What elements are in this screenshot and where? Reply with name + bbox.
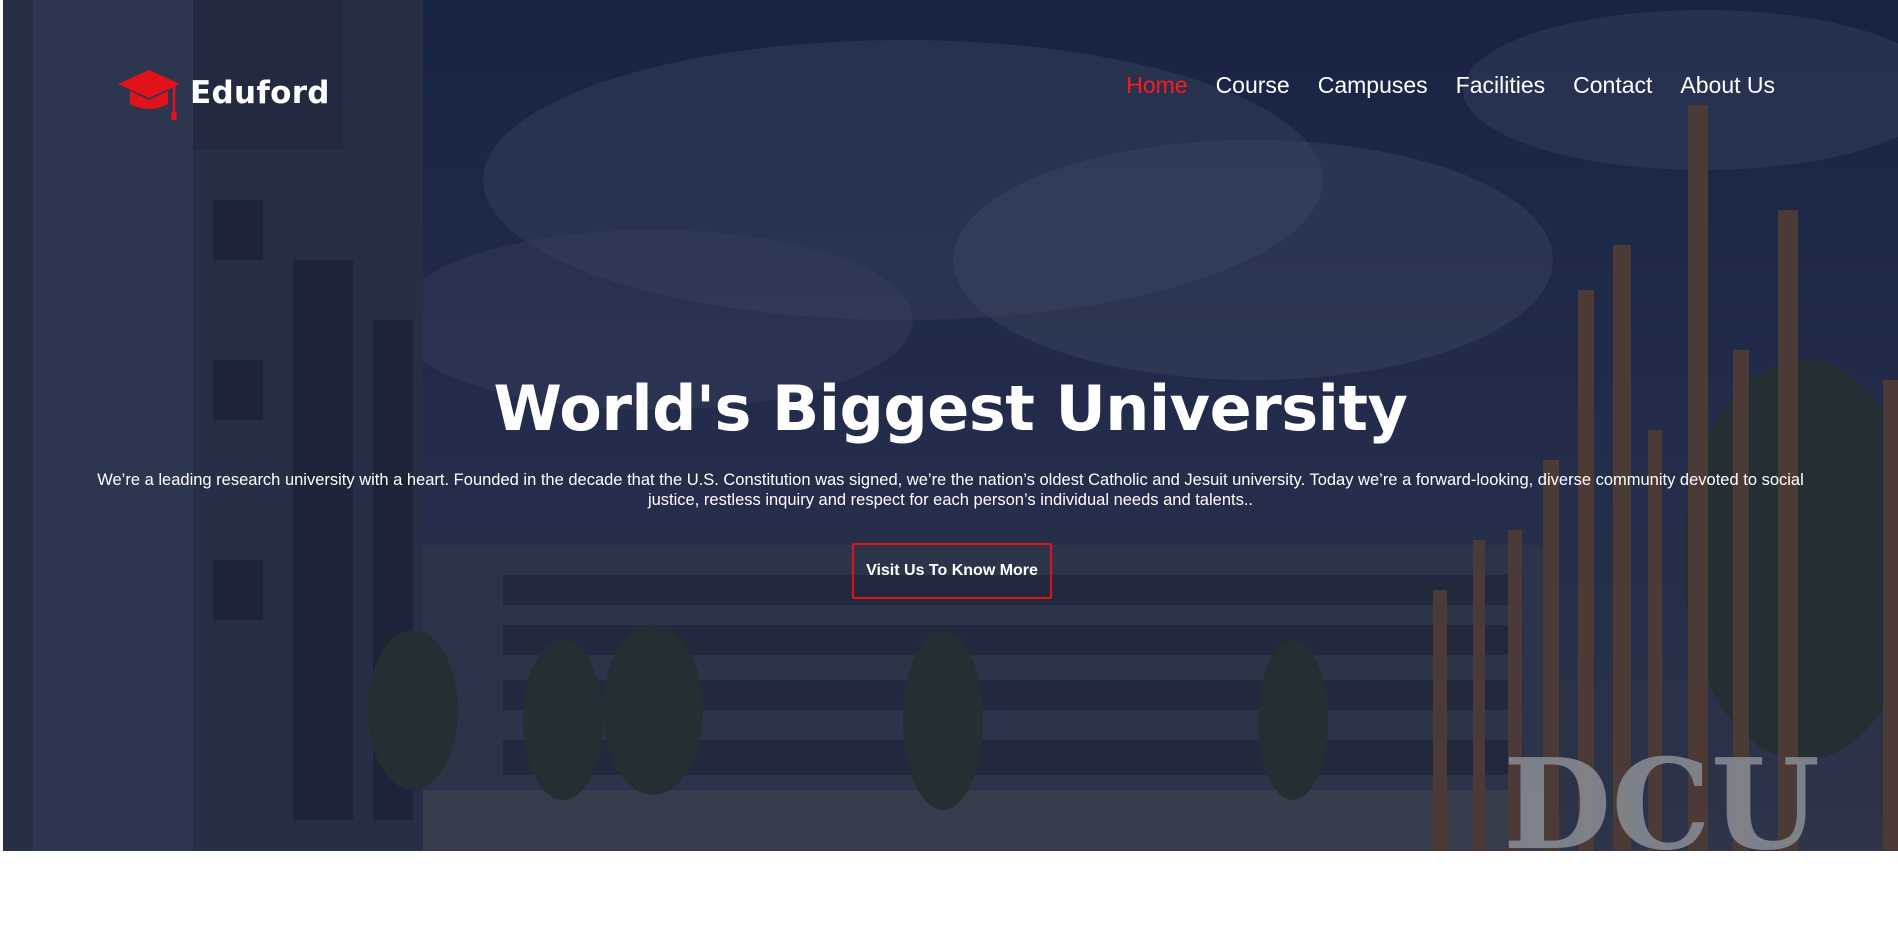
hero-section: Eduford Home Course Campuses Facilities … xyxy=(3,0,1898,851)
brand-name: Eduford xyxy=(190,75,330,111)
hero-description: We’re a leading research university with… xyxy=(97,471,1804,509)
nav-item-home[interactable]: Home xyxy=(1126,72,1187,99)
visit-us-button[interactable]: Visit Us To Know More xyxy=(852,543,1052,599)
dcu-sign: DCU xyxy=(1503,740,1820,851)
nav-item-campuses[interactable]: Campuses xyxy=(1318,72,1428,99)
nav-item-about-us[interactable]: About Us xyxy=(1680,72,1775,99)
nav-item-facilities[interactable]: Facilities xyxy=(1456,72,1545,99)
main-nav: Home Course Campuses Facilities Contact … xyxy=(1126,72,1775,99)
nav-item-course[interactable]: Course xyxy=(1216,72,1290,99)
dcu-sign-text: DCU xyxy=(1503,740,1820,851)
brand-logo[interactable]: Eduford xyxy=(116,64,330,122)
nav-item-contact[interactable]: Contact xyxy=(1573,72,1652,99)
graduation-cap-icon xyxy=(118,70,180,120)
hero-title: World's Biggest University xyxy=(493,372,1408,445)
